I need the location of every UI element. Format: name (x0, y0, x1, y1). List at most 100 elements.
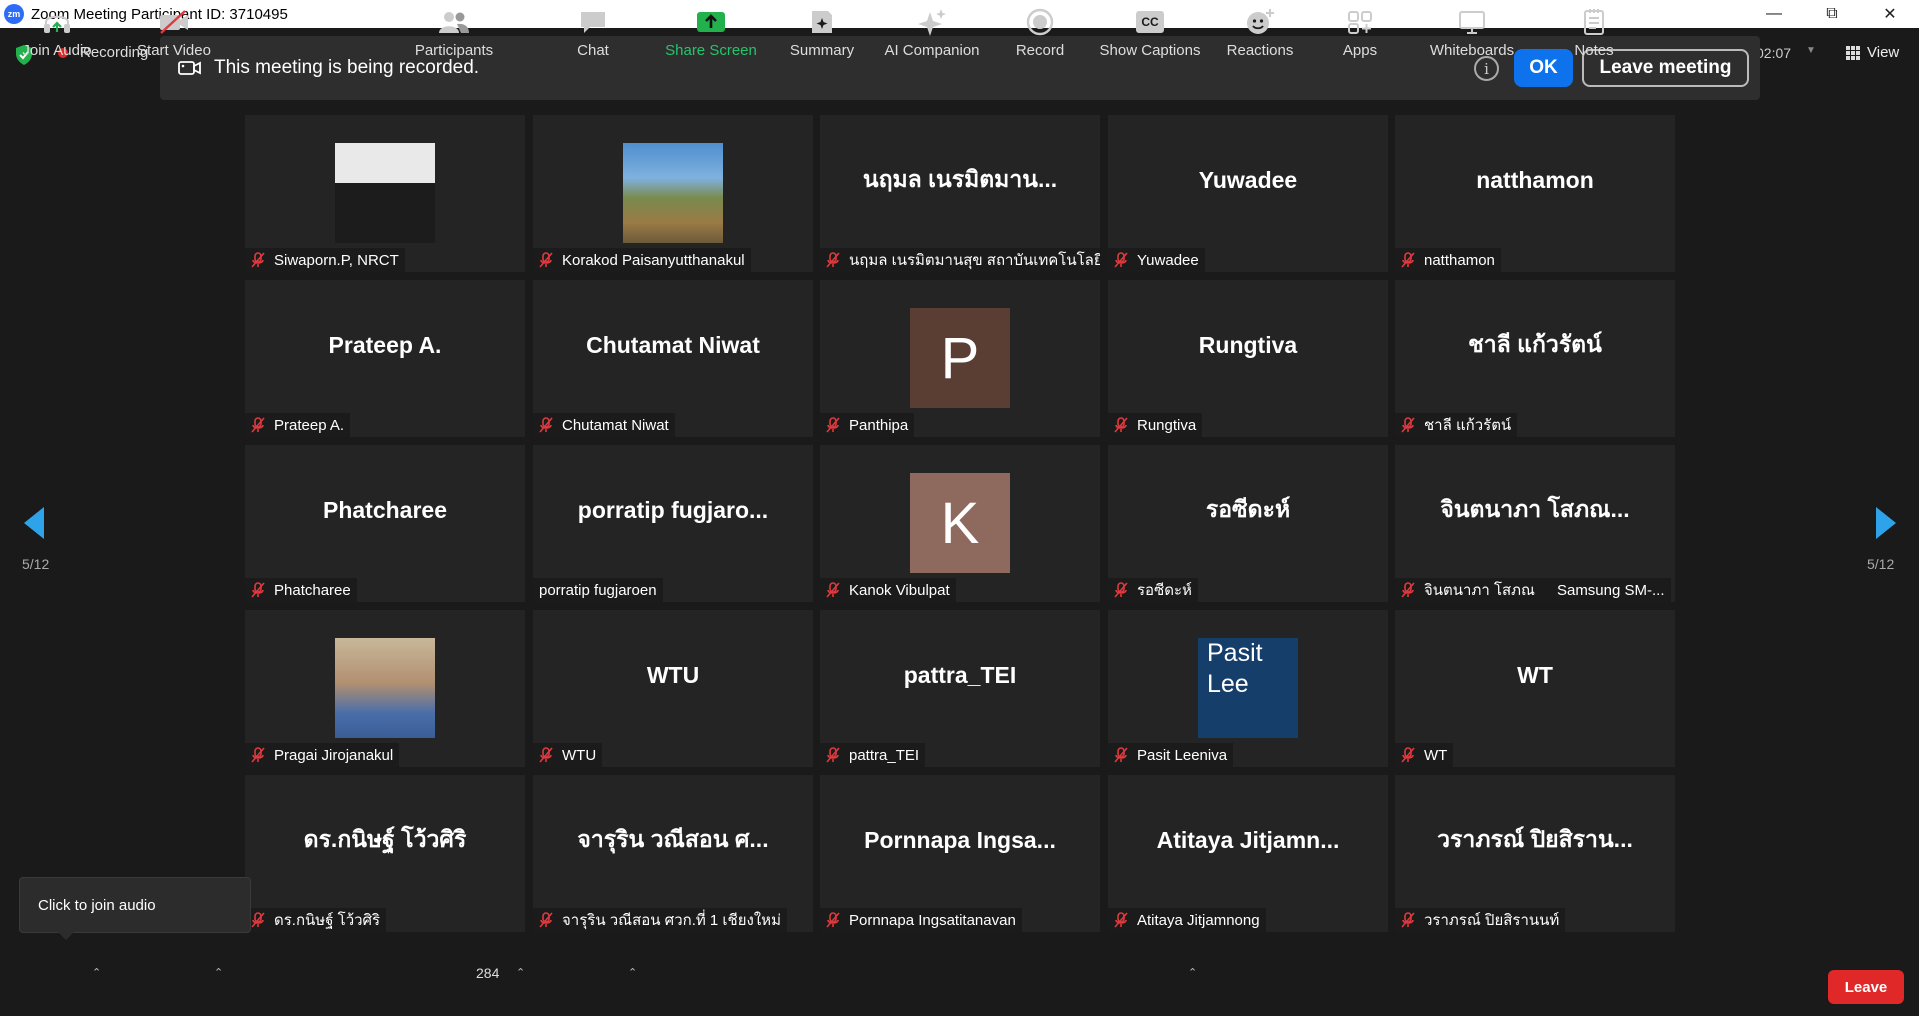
participant-tile[interactable]: K Kanok Vibulpat (820, 445, 1100, 602)
page-indicator-right: 5/12 (1867, 556, 1895, 572)
muted-mic-icon (1401, 582, 1415, 598)
participant-tile[interactable]: Atitaya Jitjamn... Atitaya Jitjamnong (1108, 775, 1388, 932)
tile-name: Yuwadee (1137, 251, 1199, 269)
muted-mic-icon (1114, 417, 1128, 433)
participants-button[interactable]: Participants (408, 0, 500, 64)
whiteboards-label: Whiteboards (1429, 42, 1515, 59)
muted-mic-icon (1401, 252, 1415, 268)
participant-tile[interactable]: WT WT (1395, 610, 1675, 767)
video-options-chevron-icon[interactable]: ⌃ (214, 966, 223, 979)
whiteboards-button[interactable]: Whiteboards (1420, 0, 1524, 64)
reactions-button[interactable]: Reactions (1224, 0, 1296, 64)
participant-tile[interactable]: Yuwadee Yuwadee (1108, 115, 1388, 272)
tile-display-name: ชาลี แก้วรัตน์ (1468, 331, 1602, 357)
share-screen-button[interactable]: Share Screen (662, 0, 760, 64)
muted-mic-icon (251, 252, 265, 268)
restore-icon[interactable]: ⧉ (1803, 0, 1861, 28)
participant-photo (335, 143, 435, 243)
summary-label: Summary (789, 42, 855, 59)
muted-mic-icon (1114, 747, 1128, 763)
participant-tile[interactable]: นฤมล เนรมิตมาน... นฤมล เนรมิตมานสุข สถาบ… (820, 115, 1100, 272)
participant-tile[interactable]: จารุริน วณีสอน ศ... จารุริน วณีสอน ศวก.ท… (533, 775, 813, 932)
muted-mic-icon (826, 417, 840, 433)
participant-name-label: Korakod Paisanyutthanakul (533, 248, 751, 272)
participant-tile[interactable]: Pasit Lee Pasit Leeniva (1108, 610, 1388, 767)
participant-tile[interactable]: pattra_TEI pattra_TEI (820, 610, 1100, 767)
tile-name: Prateep A. (274, 416, 345, 434)
leave-button[interactable]: Leave (1828, 970, 1904, 1004)
participant-tile[interactable]: วราภรณ์ ปิยสิราน... วราภรณ์ ปิยสิรานนท์ (1395, 775, 1675, 932)
participant-tile[interactable]: ชาลี แก้วรัตน์ ชาลี แก้วรัตน์ (1395, 280, 1675, 437)
chat-options-chevron-icon[interactable]: ⌃ (628, 966, 637, 979)
participant-photo (623, 143, 723, 243)
participant-initial-avatar: P (910, 308, 1010, 408)
participant-tile[interactable]: Siwaporn.P, NRCT (245, 115, 525, 272)
participant-tile[interactable]: P Panthipa (820, 280, 1100, 437)
tile-name: วราภรณ์ ปิยสิรานนท์ (1424, 912, 1560, 929)
participant-tile[interactable]: ดร.กนิษฐ์ โว้วศิริ ดร.กนิษฐ์ โว้วศิริ (245, 775, 525, 932)
participant-name-label: Prateep A. (245, 413, 351, 437)
participant-photo (335, 638, 435, 738)
participant-name-label: จารุริน วณีสอน ศวก.ที่ 1 เชียงใหม่ (533, 908, 787, 932)
participant-name-label: ดร.กนิษฐ์ โว้วศิริ (245, 908, 387, 932)
page-indicator-left: 5/12 (22, 556, 50, 572)
tile-name: Pasit Leeniva (1137, 746, 1228, 764)
participant-tile[interactable]: Prateep A. Prateep A. (245, 280, 525, 437)
start-video-button[interactable]: Start Video (132, 0, 216, 64)
show-captions-button[interactable]: CC Show Captions (1098, 0, 1202, 64)
muted-mic-icon (826, 252, 840, 268)
tile-display-name: Rungtiva (1198, 331, 1298, 358)
participants-options-chevron-icon[interactable]: ⌃ (516, 966, 525, 979)
participant-tile[interactable]: Chutamat Niwat Chutamat Niwat (533, 280, 813, 437)
minimize-icon[interactable]: — (1745, 0, 1803, 28)
participant-tile[interactable]: Phatcharee Phatcharee (245, 445, 525, 602)
participant-tile[interactable]: Pornnapa Ingsa... Pornnapa Ingsatitanava… (820, 775, 1100, 932)
record-icon (1026, 8, 1054, 36)
whiteboard-icon (1459, 11, 1485, 34)
join-audio-label: Join Audio (22, 42, 92, 59)
muted-mic-icon (251, 747, 265, 763)
participant-name-label: วราภรณ์ ปิยสิรานนท์ (1395, 908, 1566, 932)
audio-options-chevron-icon[interactable]: ⌃ (92, 966, 101, 979)
tile-display-name: natthamon (1476, 166, 1594, 193)
captions-options-chevron-icon[interactable]: ⌃ (1188, 966, 1197, 979)
view-button[interactable]: View (1846, 44, 1899, 61)
tile-name: pattra_TEI (849, 746, 920, 764)
grid-icon (1846, 45, 1860, 60)
participant-tile[interactable]: porratip fugjaro... porratip fugjaroen (533, 445, 813, 602)
join-audio-tooltip: Click to join audio (19, 877, 251, 940)
chat-button[interactable]: Chat (568, 0, 618, 64)
apps-icon (1348, 11, 1372, 34)
participant-tile[interactable]: Pragai Jirojanakul (245, 610, 525, 767)
participant-tile[interactable]: Korakod Paisanyutthanakul (533, 115, 813, 272)
tile-name: ชาลี แก้วรัตน์ (1424, 417, 1512, 434)
previous-page-arrow-icon[interactable] (24, 507, 44, 539)
ai-companion-label: AI Companion (884, 42, 980, 59)
next-page-arrow-icon[interactable] (1876, 507, 1896, 539)
tile-name: Phatcharee (274, 581, 351, 599)
summary-button[interactable]: Summary (784, 0, 860, 64)
notes-button[interactable]: Notes (1568, 0, 1620, 64)
meeting-toolbar (0, 952, 1919, 1016)
tile-display-name: วราภรณ์ ปิยสิราน... (1437, 826, 1633, 852)
participant-tile[interactable]: รอซีดะห์ รอซีดะห์ (1108, 445, 1388, 602)
participant-name-label: Panthipa (820, 413, 915, 437)
participant-tile[interactable]: Rungtiva Rungtiva (1108, 280, 1388, 437)
tile-name: porratip fugjaroen (539, 581, 657, 599)
join-audio-button[interactable]: Join Audio (18, 0, 96, 64)
apps-button[interactable]: Apps (1334, 0, 1386, 64)
ai-companion-button[interactable]: AI Companion (880, 0, 984, 64)
tile-display-name: Atitaya Jitjamn... (1156, 826, 1340, 853)
record-button[interactable]: Record (1012, 0, 1068, 64)
participant-tile[interactable]: natthamon natthamon (1395, 115, 1675, 272)
participant-name-label: นฤมล เนรมิตมานสุข สถาบันเทคโนโลยี... (820, 248, 1100, 272)
chat-label: Chat (577, 42, 609, 59)
participants-count: 284 (476, 965, 500, 981)
muted-mic-icon (251, 417, 265, 433)
close-icon[interactable]: ✕ (1861, 0, 1919, 28)
apps-label: Apps (1342, 42, 1378, 59)
timer-chevron-icon[interactable]: ▼ (1806, 45, 1816, 56)
participant-tile[interactable]: WTU WTU (533, 610, 813, 767)
meeting-timer: 02:07 (1756, 45, 1792, 61)
participant-tile[interactable]: จินตนาภา โสภณ... จินตนาภา โสภณ Samsung SM… (1395, 445, 1675, 602)
